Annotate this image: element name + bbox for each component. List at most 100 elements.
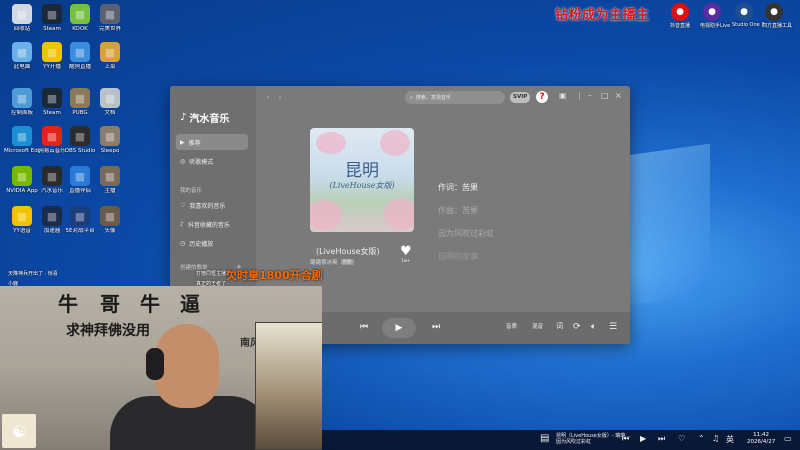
volume-icon[interactable]: 🔈︎ (591, 322, 596, 332)
notification-icon[interactable]: ▭ (784, 434, 792, 443)
mix-button[interactable]: 混音 (532, 322, 543, 330)
music-live-icon: ● (703, 3, 721, 21)
volume-icon[interactable]: ♫ (712, 434, 719, 443)
desktop-icon-douyin[interactable]: ● 抖音直播 (668, 3, 692, 29)
media-thumb-icon[interactable]: ▤ (540, 433, 549, 444)
edge-icon: ■ (12, 126, 32, 146)
cover-blossom (316, 132, 346, 154)
lyric-button[interactable]: 词 (556, 321, 563, 331)
desktop-icon-game-icon[interactable]: ■ 完美世界 (92, 4, 128, 32)
yy-icon: ■ (42, 42, 62, 62)
lyric-line: 昆明的故事 (438, 252, 478, 261)
desktop-icon-cook[interactable]: ■ 上菜 (92, 42, 128, 70)
chat-message: 打榜同框主播1 (196, 271, 230, 277)
svip-badge[interactable]: SVIP (510, 92, 531, 103)
desktop-icon-label: 主播 (104, 188, 116, 194)
douyin-icon: ● (671, 3, 689, 21)
repeat-icon[interactable]: ⟳ (573, 322, 581, 332)
file-icon: ■ (100, 88, 120, 108)
obs-icon: ■ (70, 126, 90, 146)
taskbar-media-info[interactable]: 昆明（LiveHouse女版）- 璐璐... 因为风吹过彩虹 (556, 433, 630, 445)
lyric-line: 作曲：苦果 (438, 206, 478, 215)
like-button[interactable]: ♥ 1w+ (400, 245, 412, 263)
song-title: (LiveHouse女版) (316, 247, 380, 256)
quality-button[interactable]: 音质 (506, 322, 517, 330)
section-my-music: 我的音乐 (180, 188, 203, 194)
clock[interactable]: 11:42 2026/4/27 (747, 432, 775, 446)
desktop-icon-music-live[interactable]: ● 电视助手Live (700, 3, 730, 29)
maximize-icon[interactable]: □ (601, 91, 609, 100)
circle-icon: ◎ (180, 157, 186, 165)
webcam-overlay: 牛 哥 牛 逼 求神拜佛没用 南风不吹 (0, 286, 322, 450)
person-icon: ■ (100, 126, 120, 146)
desktop-icon-label: 文档 (104, 110, 116, 116)
heart-outline-icon[interactable]: ♡ (678, 434, 685, 443)
play-icon: ▶ (395, 323, 403, 333)
desktop-icon-label: Sleepo (100, 148, 120, 154)
calligraphy-text: 牛 (58, 292, 78, 316)
album-cover[interactable]: 昆明 (LiveHouse女版) (310, 128, 414, 232)
music-note-icon: ♪ (180, 112, 187, 123)
kook-icon: ■ (70, 4, 90, 24)
like-count: 1w+ (401, 258, 411, 263)
chevron-up-icon[interactable]: ⌃ (698, 434, 705, 443)
avatar: ☯ (2, 414, 36, 448)
person2-icon: ■ (100, 166, 120, 186)
media-previous-icon[interactable]: ⏮ (622, 434, 629, 444)
playlist-icon[interactable]: ☰ (609, 322, 617, 332)
5e-icon: ■ (70, 206, 90, 226)
media-next-icon[interactable]: ⏭ (658, 434, 665, 444)
overlay-banner-text: 钻粉成为主播主 (555, 8, 650, 23)
app-logo: ♪ 汽水音乐 (180, 112, 230, 125)
minimize-icon[interactable]: – (588, 91, 592, 100)
desktop-icon-tool[interactable]: ● 四方直播工具 (762, 3, 792, 29)
lyric-line: 因为风吹过彩虹 (438, 229, 494, 238)
ime-indicator[interactable]: 英 (726, 434, 734, 445)
help-icon[interactable]: ? (536, 91, 548, 103)
kugou-icon: ■ (70, 42, 90, 62)
close-icon[interactable]: × (615, 91, 622, 100)
screen-icon[interactable]: ▣ (559, 91, 567, 100)
forward-arrow-icon[interactable]: › (278, 93, 282, 103)
desktop-icon-studio-one[interactable]: ● Studio One 7 (732, 3, 764, 28)
song-artist-row: 璐璐很冰爽 原曲 (310, 258, 354, 266)
search-input[interactable]: ⌕ 搜索，发现音乐 (405, 91, 505, 104)
person3-icon: ■ (100, 206, 120, 226)
sidebar-item-liked[interactable]: ♡ 我喜欢的音乐 (176, 197, 248, 213)
dragon-poster (255, 322, 322, 450)
sidebar-item-listen-mode[interactable]: ◎ 听歌模式 (176, 153, 248, 169)
computer-icon: ■ (12, 42, 32, 62)
sidebar-item-recommend[interactable]: ▶ 推荐 (176, 134, 248, 150)
desktop-icon-person[interactable]: ■ Sleepo (92, 126, 128, 154)
history-nav: ‹ › (266, 93, 282, 103)
back-arrow-icon[interactable]: ‹ (266, 93, 270, 103)
stream-tool-icon: ■ (70, 166, 90, 186)
cover-blossom (310, 200, 342, 230)
qishui-icon: ■ (42, 166, 62, 186)
sidebar-item-history[interactable]: ◷ 历史播放 (176, 235, 248, 251)
nvidia-icon: ■ (12, 166, 32, 186)
calligraphy-text: 逼 (180, 292, 200, 316)
desktop-icon-label: 抖音直播 (669, 23, 690, 29)
cover-subtitle: (LiveHouse女版) (329, 181, 395, 190)
play-button[interactable]: ▶ (382, 318, 416, 338)
calligraphy-text: 牛 (140, 292, 160, 316)
desktop-icon-label: 头像 (104, 228, 116, 234)
media-play-icon[interactable]: ▶ (640, 434, 646, 443)
search-icon: ⌕ (410, 94, 413, 101)
cover-title: 昆明 (345, 161, 379, 181)
steam-icon: ■ (42, 4, 62, 24)
steam-2-icon: ■ (42, 88, 62, 108)
recycle-bin-icon: ■ (12, 4, 32, 24)
artist-name[interactable]: 璐璐很冰爽 (310, 258, 338, 266)
previous-icon[interactable]: ⏮ (360, 322, 368, 332)
cook-icon: ■ (100, 42, 120, 62)
windows-logo-glow (620, 143, 710, 307)
desktop-icon-person2[interactable]: ■ 主播 (92, 166, 128, 194)
yy-2-icon: ■ (12, 206, 32, 226)
next-icon[interactable]: ⏭ (432, 322, 440, 332)
desktop-icon-file[interactable]: ■ 文档 (92, 88, 128, 116)
desktop-icon-person3[interactable]: ■ 头像 (92, 206, 128, 234)
desktop-icon-label: 完美世界 (98, 26, 121, 32)
sidebar-item-douyin[interactable]: ♪ 抖音收藏的音乐 (176, 216, 248, 232)
